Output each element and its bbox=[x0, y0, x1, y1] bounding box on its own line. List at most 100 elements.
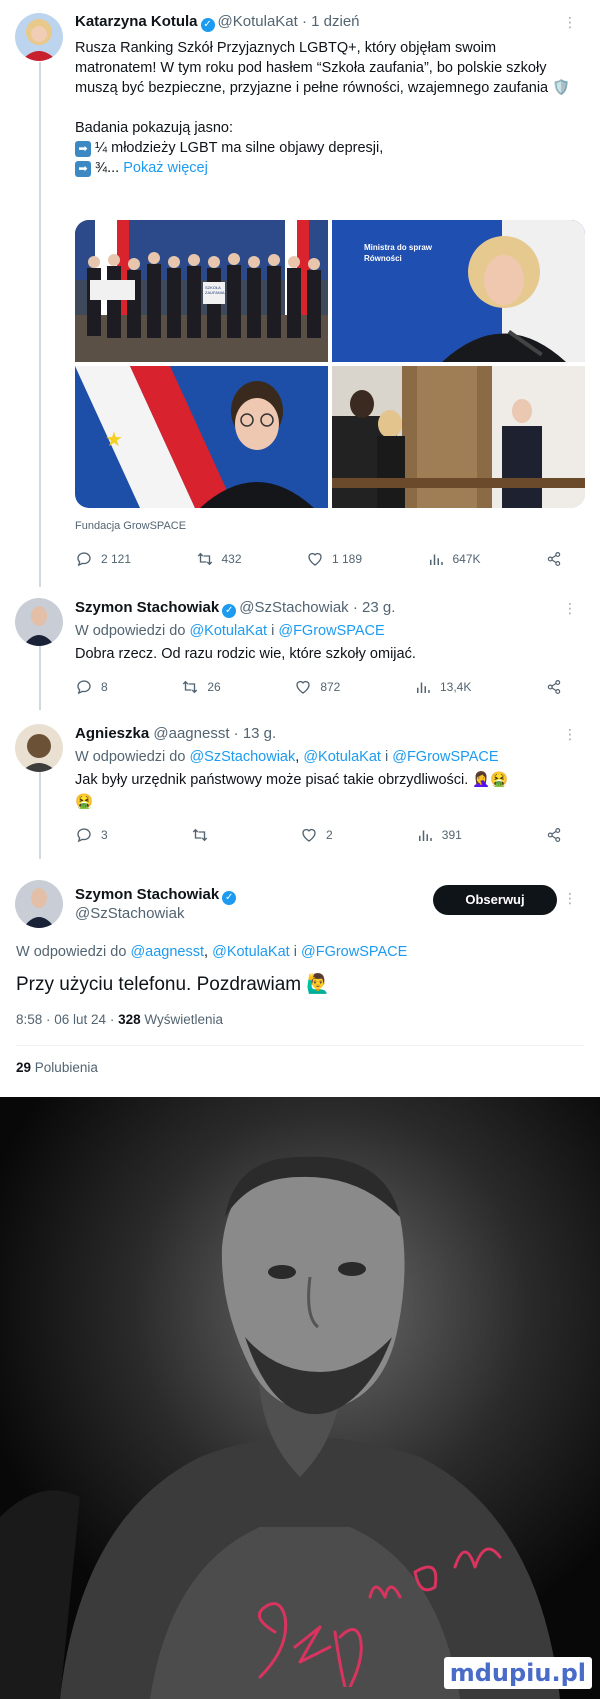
tweet-time[interactable]: 1 dzień bbox=[311, 13, 359, 30]
reply-count: 8 bbox=[101, 680, 108, 694]
repost-count: 432 bbox=[221, 552, 242, 566]
reply-context: W odpowiedzi do @SzStachowiak, @KotulaKa… bbox=[75, 749, 499, 765]
repost-button[interactable]: 432 bbox=[196, 550, 242, 568]
reply-prefix: W odpowiedzi do bbox=[16, 944, 127, 960]
tweet-line-text: ¼ młodzieży LGBT ma silne objawy depresj… bbox=[95, 140, 384, 156]
media-photo-podium[interactable] bbox=[332, 366, 585, 508]
reply-context: W odpowiedzi do @aagnesst, @KotulaKat i … bbox=[16, 944, 408, 960]
reply-button[interactable]: 8 bbox=[75, 678, 108, 696]
tweet-header: Szymon Stachowiak ✓ bbox=[75, 885, 239, 905]
tweet-header: Agnieszka @aagnesst · 13 g. bbox=[75, 725, 277, 742]
reply-button[interactable]: 3 bbox=[75, 826, 108, 844]
author-handle[interactable]: @SzStachowiak bbox=[75, 905, 184, 922]
views-icon bbox=[429, 554, 443, 565]
views-count: 391 bbox=[441, 828, 462, 842]
like-button[interactable]: 1 189 bbox=[306, 550, 362, 568]
tweet-line: ➡ ¼ młodzieży LGBT ma silne objawy depres… bbox=[75, 138, 578, 158]
share-icon bbox=[547, 828, 561, 842]
media-photo-speaker[interactable]: ★ bbox=[75, 366, 328, 508]
tweet-agnieszka-reply: Agnieszka @aagnesst · 13 g. ⋮ W odpowied… bbox=[0, 714, 600, 859]
views-button[interactable]: 647K bbox=[427, 550, 481, 568]
mention-link[interactable]: @SzStachowiak bbox=[189, 749, 295, 765]
tweet-text: Jak były urzędnik państwowy może pisać t… bbox=[75, 772, 509, 788]
tweet-time[interactable]: 23 g. bbox=[362, 599, 395, 616]
heart-icon bbox=[308, 552, 322, 566]
svg-text:★: ★ bbox=[105, 427, 123, 451]
action-bar: 3 2 391 bbox=[75, 826, 563, 844]
verified-icon: ✓ bbox=[222, 891, 237, 905]
divider bbox=[16, 1045, 584, 1046]
share-button[interactable] bbox=[545, 826, 563, 844]
repost-count: 26 bbox=[207, 680, 221, 694]
share-button[interactable] bbox=[545, 678, 563, 696]
share-button[interactable] bbox=[545, 550, 563, 568]
reply-prefix: W odpowiedzi do bbox=[75, 749, 186, 765]
mention-link[interactable]: @aagnesst bbox=[130, 944, 204, 960]
media-photo-portrait[interactable]: Ministra do spraw Równości bbox=[332, 220, 585, 362]
mention-link[interactable]: @FGrowSPACE bbox=[301, 944, 407, 960]
views-icon bbox=[418, 830, 432, 841]
like-button[interactable]: 872 bbox=[294, 678, 340, 696]
tweet-meta: 8:58 · 06 lut 24 · 328 Wyświetlenia bbox=[16, 1012, 223, 1027]
views-button[interactable]: 391 bbox=[416, 826, 462, 844]
action-bar: 2 121 432 1 189 647K bbox=[75, 550, 563, 568]
views-count: 13,4K bbox=[440, 680, 472, 694]
reply-and: i bbox=[384, 749, 389, 765]
more-icon[interactable]: ⋮ bbox=[563, 726, 578, 743]
arrow-icon: ➡ bbox=[75, 161, 91, 177]
reply-icon bbox=[77, 828, 91, 843]
mention-link[interactable]: @KotulaKat bbox=[303, 749, 381, 765]
repost-button[interactable] bbox=[191, 826, 217, 844]
follow-button[interactable]: Obserwuj bbox=[433, 885, 557, 915]
tweet-time[interactable]: 13 g. bbox=[243, 725, 276, 742]
show-more-link[interactable]: Pokaż więcej bbox=[123, 160, 208, 176]
tweet-header: Szymon Stachowiak ✓ @SzStachowiak · 23 g. bbox=[75, 599, 396, 618]
action-bar: 8 26 872 13,4K bbox=[75, 678, 563, 696]
verified-icon: ✓ bbox=[200, 18, 215, 32]
tweet-text-line2: 🤮 bbox=[75, 794, 94, 810]
author-name[interactable]: Katarzyna Kotula bbox=[75, 13, 198, 30]
more-icon[interactable]: ⋮ bbox=[563, 600, 578, 617]
reply-and: i bbox=[271, 623, 275, 639]
author-name[interactable]: Szymon Stachowiak bbox=[75, 599, 219, 616]
views-icon bbox=[417, 682, 430, 693]
heart-icon bbox=[296, 680, 311, 694]
tweet-paragraph: Badania pokazują jasno: bbox=[75, 120, 234, 136]
views-count: 328 bbox=[118, 1012, 141, 1027]
author-handle[interactable]: @SzStachowiak bbox=[239, 599, 348, 616]
reply-button[interactable]: 2 121 bbox=[75, 550, 131, 568]
author-handle[interactable]: @aagnesst bbox=[153, 725, 229, 742]
arrow-icon: ➡ bbox=[75, 141, 91, 157]
reply-context: W odpowiedzi do @KotulaKat i @FGrowSPACE bbox=[75, 621, 578, 641]
media-photo-group[interactable]: SZKOŁA ZAUFANIA bbox=[75, 220, 328, 362]
author-handle[interactable]: @KotulaKat bbox=[218, 13, 298, 30]
like-button[interactable]: 2 bbox=[300, 826, 333, 844]
photo-caption: SZKOŁA ZAUFANIA bbox=[205, 285, 225, 295]
share-icon bbox=[547, 552, 561, 566]
tweet-timestamp[interactable]: 8:58 · 06 lut 24 · bbox=[16, 1012, 114, 1027]
more-icon[interactable]: ⋮ bbox=[563, 890, 578, 907]
tweet-line: ➡ ¾... Pokaż więcej bbox=[75, 158, 578, 178]
tweet-header: Katarzyna Kotula ✓ @KotulaKat · 1 dzień bbox=[75, 13, 360, 32]
reply-icon bbox=[77, 680, 91, 695]
avatar[interactable] bbox=[15, 880, 63, 928]
mention-link[interactable]: @FGrowSPACE bbox=[278, 623, 384, 639]
more-icon[interactable]: ⋮ bbox=[563, 14, 578, 31]
media-credit: Fundacja GrowSPACE bbox=[75, 520, 187, 532]
likes-summary[interactable]: 29 Polubienia bbox=[16, 1060, 98, 1075]
tweet-media[interactable]: SZKOŁA ZAUFANIA Ministra do spraw Równoś… bbox=[75, 220, 585, 508]
avatar[interactable] bbox=[15, 724, 63, 772]
author-name[interactable]: Szymon Stachowiak bbox=[75, 886, 219, 903]
mention-link[interactable]: @FGrowSPACE bbox=[392, 749, 498, 765]
likes-label: Polubienia bbox=[34, 1060, 98, 1075]
views-button[interactable]: 13,4K bbox=[414, 678, 471, 696]
author-name[interactable]: Agnieszka bbox=[75, 725, 149, 742]
tweet-text: Rusza Ranking Szkół Przyjaznych LGBTQ+, … bbox=[75, 38, 578, 178]
repost-button[interactable]: 26 bbox=[181, 678, 221, 696]
author-handle-row: @SzStachowiak bbox=[75, 904, 184, 924]
mention-link[interactable]: @KotulaKat bbox=[212, 944, 290, 960]
tweet-paragraph: Rusza Ranking Szkół Przyjaznych LGBTQ+, … bbox=[75, 40, 571, 96]
avatar[interactable] bbox=[15, 598, 63, 646]
mention-link[interactable]: @KotulaKat bbox=[189, 623, 267, 639]
avatar[interactable] bbox=[15, 13, 63, 61]
